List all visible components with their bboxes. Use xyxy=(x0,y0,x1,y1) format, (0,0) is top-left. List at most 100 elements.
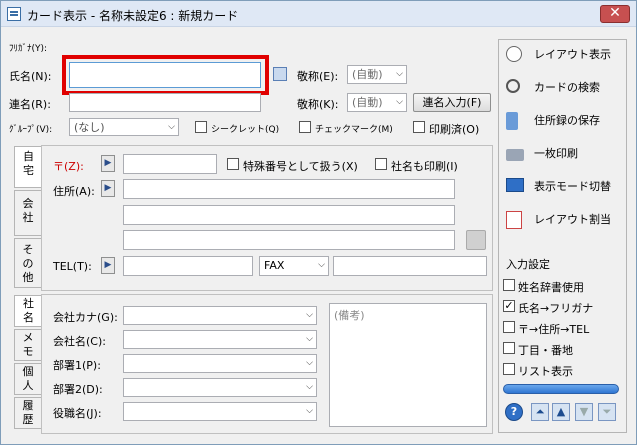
tel-field[interactable] xyxy=(123,256,253,276)
save-addressbook-button[interactable]: 住所録の保存 xyxy=(506,110,621,132)
save-addressbook-label: 住所録の保存 xyxy=(534,114,600,127)
tab-history[interactable]: 履歴 xyxy=(14,397,42,429)
help-button[interactable]: ? xyxy=(505,403,523,421)
secret-checkbox[interactable] xyxy=(195,121,207,133)
print-one-button[interactable]: 一枚印刷 xyxy=(506,143,621,165)
address-label: 住所(A): xyxy=(53,185,95,198)
option-name-furigana-checkbox[interactable]: ✓ xyxy=(503,300,515,312)
chevron-down-icon: ⌵ xyxy=(396,97,403,107)
layout-preview-icon xyxy=(506,46,522,62)
chevron-down-icon: ⌵ xyxy=(396,69,403,79)
group-select[interactable]: (なし) ⌵ xyxy=(69,118,179,136)
tab-company[interactable]: 会社 xyxy=(14,190,42,236)
chevron-down-icon: ⌵ xyxy=(306,310,313,320)
display-mode-button[interactable]: 表示モード切替 xyxy=(506,176,621,198)
chevron-down-icon: ⌵ xyxy=(306,358,313,368)
job-title-label: 役職名(J): xyxy=(53,407,102,420)
checkmark-label: チェックマーク(M) xyxy=(315,125,393,135)
keisho-k-select[interactable]: (自動) ⌵ xyxy=(347,93,407,112)
renmei-input-button[interactable]: 連名入力(F) xyxy=(413,93,491,112)
layout-assign-icon xyxy=(506,211,522,229)
tab-memo[interactable]: メモ xyxy=(14,329,42,361)
dept1-select[interactable]: ⌵ xyxy=(123,354,317,373)
chevron-down-icon: ⌵ xyxy=(306,406,313,416)
prev-record-button[interactable]: ▲ xyxy=(552,403,570,421)
company-kana-select[interactable]: ⌵ xyxy=(123,306,317,325)
display-mode-icon xyxy=(506,178,524,192)
title-bar: カード表示 - 名称未設定6 : 新規カード ✕ xyxy=(1,1,636,27)
option-list-view-checkbox[interactable] xyxy=(503,363,515,375)
option-name-dict-checkbox[interactable] xyxy=(503,279,515,291)
option-list-view-label: リスト表示 xyxy=(518,365,573,378)
fax-select[interactable]: FAX ⌵ xyxy=(259,256,329,276)
chevron-down-icon: ⌵ xyxy=(318,260,325,270)
tab-personal[interactable]: 個人 xyxy=(14,363,42,395)
save-addressbook-icon xyxy=(506,112,518,130)
dept1-label: 部署1(P): xyxy=(53,359,101,372)
job-title-select[interactable]: ⌵ xyxy=(123,402,317,421)
company-print-label: 社名も印刷(I) xyxy=(391,160,458,173)
checkmark-checkbox[interactable] xyxy=(299,121,311,133)
keisho-k-label: 敬称(K): xyxy=(297,98,339,111)
tab-home[interactable]: 自宅 xyxy=(14,146,42,188)
chevron-down-icon: ⌵ xyxy=(306,334,313,344)
company-print-checkbox[interactable] xyxy=(375,158,387,170)
name-label: 氏名(N): xyxy=(9,70,52,83)
option-name-furigana-label: 氏名→フリガナ xyxy=(518,302,594,315)
secret-label: シークレット(Q) xyxy=(211,125,280,135)
tel-arrow-button[interactable]: ▶ xyxy=(101,257,115,274)
chevron-down-icon: ⌵ xyxy=(306,382,313,392)
last-record-button[interactable]: ⏷ xyxy=(598,403,616,421)
special-number-checkbox[interactable] xyxy=(227,158,239,170)
tab-personal-label: 個人 xyxy=(22,365,34,392)
next-record-button[interactable]: ▼ xyxy=(575,403,593,421)
tab-other-label: その他 xyxy=(22,243,34,284)
company-kana-label: 会社カナ(G): xyxy=(53,311,118,324)
keisho-e-value: (自動) xyxy=(352,68,383,81)
fax-value: FAX xyxy=(264,259,285,272)
display-mode-label: 表示モード切替 xyxy=(534,180,611,193)
layout-assign-button[interactable]: レイアウト割当 xyxy=(506,209,621,231)
address-book-icon[interactable] xyxy=(273,67,287,81)
address-field-3[interactable] xyxy=(123,230,455,250)
dept2-label: 部署2(D): xyxy=(53,383,103,396)
chevron-down-icon: ⌵ xyxy=(168,122,175,132)
tab-memo-label: メモ xyxy=(22,331,34,358)
option-zip-address-label: 〒→住所→TEL xyxy=(518,323,590,336)
keisho-e-select[interactable]: (自動) ⌵ xyxy=(347,65,407,84)
print-one-label: 一枚印刷 xyxy=(534,147,578,160)
search-card-button[interactable]: カードの検索 xyxy=(506,77,621,99)
tab-company-name[interactable]: 社名 xyxy=(14,295,42,327)
layout-preview-label: レイアウト表示 xyxy=(534,48,611,61)
renmei-field[interactable] xyxy=(69,93,261,112)
company-name-select[interactable]: ⌵ xyxy=(123,330,317,349)
search-card-label: カードの検索 xyxy=(534,81,600,94)
zip-arrow-button[interactable]: ▶ xyxy=(101,155,115,172)
memo-field[interactable]: (備考) xyxy=(329,303,487,427)
person-icon[interactable] xyxy=(466,230,486,250)
fax-field[interactable] xyxy=(333,256,487,276)
company-name-label: 会社名(C): xyxy=(53,335,106,348)
card-app-icon xyxy=(7,7,21,21)
layout-assign-label: レイアウト割当 xyxy=(534,213,611,226)
option-chome-checkbox[interactable] xyxy=(503,342,515,354)
tel-label: TEL(T): xyxy=(53,260,92,273)
tab-history-label: 履歴 xyxy=(22,399,34,426)
option-zip-address-checkbox[interactable] xyxy=(503,321,515,333)
tab-other[interactable]: その他 xyxy=(14,238,42,288)
first-record-button[interactable]: ⏶ xyxy=(531,403,549,421)
printed-checkbox[interactable] xyxy=(413,121,425,133)
dept2-select[interactable]: ⌵ xyxy=(123,378,317,397)
group-value: (なし) xyxy=(74,121,105,134)
address-arrow-button[interactable]: ▶ xyxy=(101,180,115,197)
option-chome-label: 丁目・番地 xyxy=(518,344,573,357)
address-field-1[interactable] xyxy=(123,179,455,199)
layout-preview-button[interactable]: レイアウト表示 xyxy=(506,44,621,66)
zip-field[interactable] xyxy=(123,154,217,174)
keisho-k-value: (自動) xyxy=(352,96,383,109)
printed-label: 印刷済(O) xyxy=(429,123,480,136)
close-button[interactable]: ✕ xyxy=(600,5,630,23)
address-field-2[interactable] xyxy=(123,205,455,225)
tab-home-label: 自宅 xyxy=(23,150,34,177)
input-settings-label: 入力設定 xyxy=(506,258,550,271)
